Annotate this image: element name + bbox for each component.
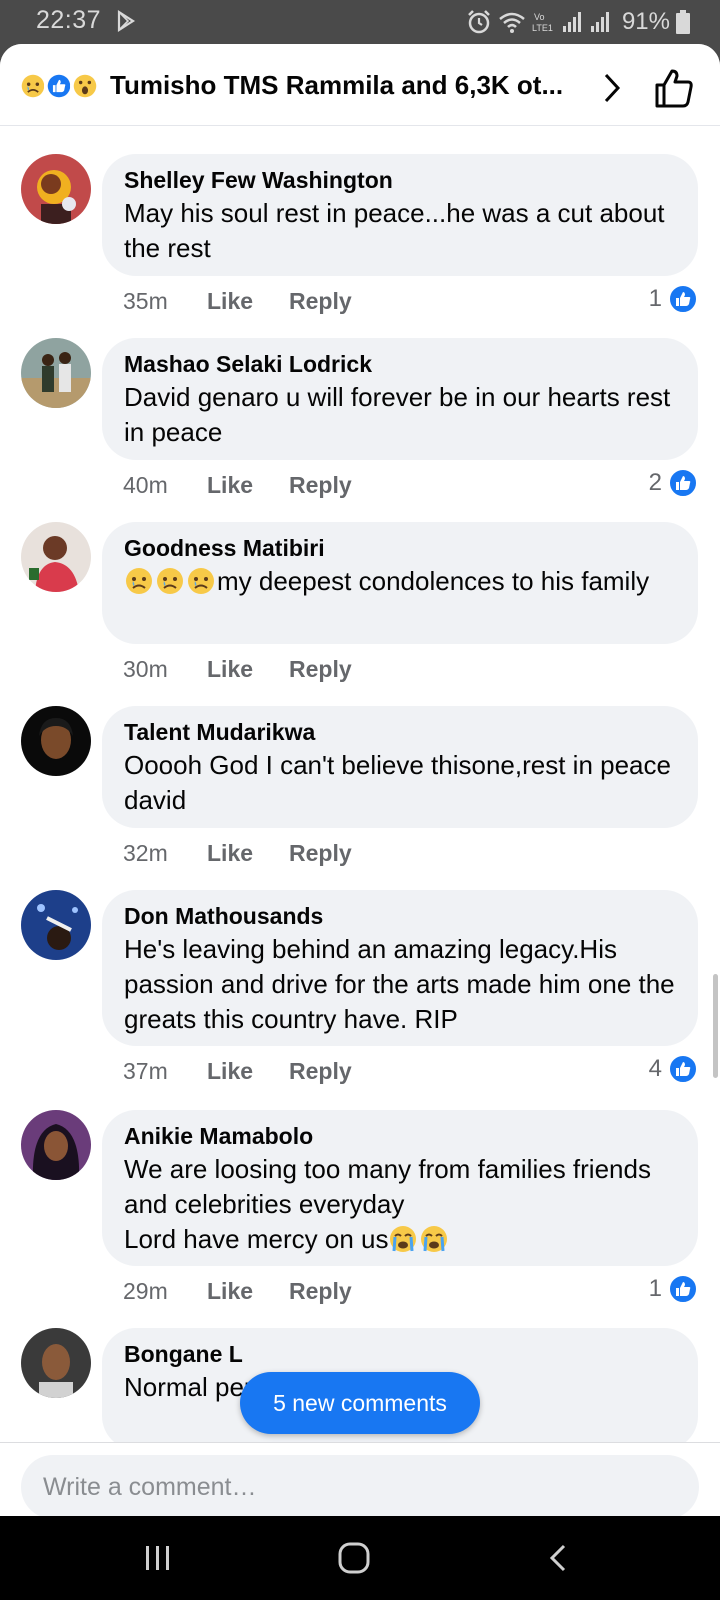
- system-navbar: [0, 1516, 720, 1600]
- like-reaction-icon: [668, 1274, 698, 1304]
- comment-actions: 29m Like Reply: [123, 1278, 352, 1305]
- comment-actions: 40m Like Reply: [123, 472, 352, 499]
- wifi-icon: [499, 12, 525, 33]
- crying-emoji-icon: [390, 1226, 417, 1252]
- comment-reaction-count[interactable]: 2: [649, 468, 698, 498]
- reactions-header[interactable]: Tumisho TMS Rammila and 6,3K ot...: [0, 44, 720, 126]
- status-time: 22:37: [36, 6, 102, 34]
- comment-text-body: my deepest condolences to his family: [217, 566, 650, 596]
- like-button[interactable]: Like: [207, 1058, 289, 1085]
- reaction-count: 1: [648, 285, 662, 312]
- avatar[interactable]: [21, 890, 91, 960]
- comment-text: May his soul rest in peace...he was a cu…: [124, 198, 665, 263]
- chevron-right-icon[interactable]: [600, 72, 624, 104]
- comment-author[interactable]: Don Mathousands: [124, 902, 676, 930]
- comment-author[interactable]: Talent Mudarikwa: [124, 718, 676, 746]
- comment-actions: 35m Like Reply: [123, 288, 352, 315]
- reply-button[interactable]: Reply: [289, 1278, 352, 1305]
- home-icon[interactable]: [334, 1538, 374, 1578]
- battery-percent: 91%: [621, 8, 670, 35]
- comment-actions: 32m Like Reply: [123, 840, 352, 867]
- avatar[interactable]: [21, 1110, 91, 1180]
- back-icon[interactable]: [540, 1538, 580, 1578]
- comment-bubble[interactable]: Don Mathousands He's leaving behind an a…: [102, 890, 698, 1046]
- avatar[interactable]: [21, 338, 91, 408]
- volte-icon: Vo LTE1: [532, 12, 553, 33]
- comment-input[interactable]: [21, 1455, 699, 1516]
- alarm-icon: [468, 10, 490, 34]
- reply-button[interactable]: Reply: [289, 472, 352, 499]
- signal-icon-2: [590, 12, 609, 32]
- crying-emoji-icon: [421, 1226, 448, 1252]
- comment-text: We are loosing too many from families fr…: [124, 1152, 676, 1257]
- like-reaction-icon: [668, 1054, 698, 1084]
- sad-emoji-icon: [188, 568, 214, 594]
- comment-time[interactable]: 32m: [123, 840, 207, 867]
- reply-button[interactable]: Reply: [289, 288, 352, 315]
- signal-icon: [562, 12, 581, 32]
- recent-apps-icon[interactable]: [138, 1538, 178, 1578]
- comments-sheet: Tumisho TMS Rammila and 6,3K ot... Shell…: [0, 44, 720, 1516]
- comment-composer: [0, 1442, 720, 1516]
- comment-text: my deepest condolences to his family: [124, 564, 676, 599]
- comment-bubble[interactable]: Talent Mudarikwa Ooooh God I can't belie…: [102, 706, 698, 828]
- like-reaction-icon: [668, 284, 698, 314]
- reaction-summary[interactable]: [18, 71, 100, 101]
- new-comments-button[interactable]: 5 new comments: [240, 1372, 480, 1434]
- comment-author[interactable]: Bongane L: [124, 1340, 676, 1368]
- comment-time[interactable]: 35m: [123, 288, 207, 315]
- like-button[interactable]: Like: [207, 840, 289, 867]
- status-bar: 22:37 Vo LTE1 91%: [0, 0, 720, 44]
- comment-author[interactable]: Mashao Selaki Lodrick: [124, 350, 676, 378]
- play-store-icon: [117, 10, 136, 32]
- comment-text-line: Lord have mercy on us: [124, 1224, 389, 1254]
- reply-button[interactable]: Reply: [289, 840, 352, 867]
- comment-bubble[interactable]: Mashao Selaki Lodrick David genaro u wil…: [102, 338, 698, 460]
- reply-button[interactable]: Reply: [289, 1058, 352, 1085]
- comment-reaction-count[interactable]: 1: [649, 1274, 698, 1304]
- comment-bubble[interactable]: Shelley Few Washington May his soul rest…: [102, 154, 698, 276]
- like-reaction-icon: [668, 468, 698, 498]
- reaction-count: 2: [648, 469, 662, 496]
- comment-time[interactable]: 37m: [123, 1058, 207, 1085]
- comment-text-line: We are loosing too many from families fr…: [124, 1154, 651, 1219]
- reply-button[interactable]: Reply: [289, 656, 352, 683]
- comment-text: David genaro u will forever be in our he…: [124, 382, 671, 447]
- comment-text: Ooooh God I can't believe thisone,rest i…: [124, 750, 671, 815]
- avatar[interactable]: [21, 706, 91, 776]
- like-button[interactable]: Like: [207, 288, 289, 315]
- comment-actions: 37m Like Reply: [123, 1058, 352, 1085]
- like-button[interactable]: Like: [207, 656, 289, 683]
- sad-emoji-icon: [126, 568, 152, 594]
- comment-author[interactable]: Anikie Mamabolo: [124, 1122, 676, 1150]
- comment-bubble[interactable]: Anikie Mamabolo We are loosing too many …: [102, 1110, 698, 1266]
- comment-time[interactable]: 40m: [123, 472, 207, 499]
- avatar[interactable]: [21, 1328, 91, 1398]
- comment-time[interactable]: 30m: [123, 656, 207, 683]
- comment-author[interactable]: Shelley Few Washington: [124, 166, 676, 194]
- comment-author[interactable]: Goodness Matibiri: [124, 534, 676, 562]
- thumbs-up-icon[interactable]: [652, 66, 696, 110]
- reactions-title[interactable]: Tumisho TMS Rammila and 6,3K ot...: [110, 70, 580, 101]
- avatar[interactable]: [21, 154, 91, 224]
- comment-time[interactable]: 29m: [123, 1278, 207, 1305]
- svg-text:Vo: Vo: [534, 12, 545, 22]
- like-button[interactable]: Like: [207, 472, 289, 499]
- scrollbar-thumb[interactable]: [713, 974, 718, 1078]
- comment-bubble[interactable]: Goodness Matibiri my deepest condolences…: [102, 522, 698, 644]
- comment-actions: 30m Like Reply: [123, 656, 352, 683]
- sad-emoji-icon: [157, 568, 183, 594]
- reaction-count: 1: [648, 1275, 662, 1302]
- comment-reaction-count[interactable]: 1: [649, 284, 698, 314]
- comment-text: He's leaving behind an amazing legacy.Hi…: [124, 934, 675, 1034]
- svg-text:LTE1: LTE1: [532, 23, 553, 33]
- wow-emoji-icon: [70, 71, 100, 101]
- reaction-count: 4: [648, 1055, 662, 1082]
- battery-icon: [676, 10, 690, 34]
- comment-reaction-count[interactable]: 4: [649, 1054, 698, 1084]
- like-button[interactable]: Like: [207, 1278, 289, 1305]
- avatar[interactable]: [21, 522, 91, 592]
